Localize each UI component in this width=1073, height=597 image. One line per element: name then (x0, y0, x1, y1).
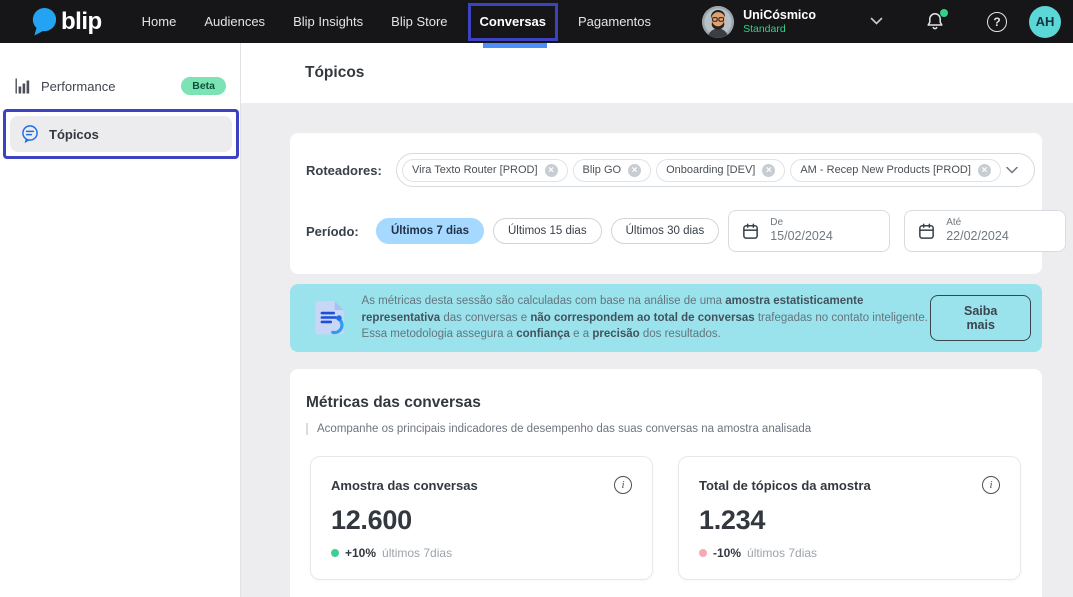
info-banner: As métricas desta sessão são calculadas … (290, 284, 1042, 352)
date-to-value: 22/02/2024 (946, 229, 1009, 245)
remove-chip-icon[interactable]: × (545, 164, 558, 177)
account-chevron[interactable] (870, 17, 883, 26)
primary-nav: Home Audiences Blip Insights Blip Store … (128, 3, 665, 41)
sidebar-item-label: Tópicos (49, 127, 99, 142)
nav-blip-store[interactable]: Blip Store (377, 14, 461, 29)
sidebar-item-topicos[interactable]: Tópicos (10, 116, 232, 152)
router-chip-label: Onboarding [DEV] (666, 164, 755, 176)
router-chip-label: Vira Texto Router [PROD] (412, 164, 538, 176)
sidebar-item-topicos-highlight-box: Tópicos (3, 109, 239, 159)
sidebar-item-performance[interactable]: Performance Beta (0, 67, 240, 105)
beta-badge: Beta (181, 77, 226, 95)
metric-title: Total de tópicos da amostra (699, 478, 871, 493)
period-label: Período: (306, 224, 362, 239)
nav-audiences[interactable]: Audiences (190, 14, 279, 29)
nav-pagamentos[interactable]: Pagamentos (564, 14, 665, 29)
trend-up-dot (331, 549, 339, 557)
date-to-label: Até (946, 217, 1009, 230)
banner-text: As métricas desta sessão são calculadas … (362, 293, 931, 343)
nav-blip-insights[interactable]: Blip Insights (279, 14, 377, 29)
content-area: Roteadores: Vira Texto Router [PROD] × B… (241, 103, 1073, 597)
date-range: De 15/02/2024 Até 22/02/2024 (728, 210, 1066, 252)
date-from-value: 15/02/2024 (770, 229, 833, 245)
routers-select[interactable]: Vira Texto Router [PROD] × Blip GO × Onb… (396, 153, 1035, 187)
active-tab-indicator (483, 43, 547, 48)
calendar-icon (917, 222, 936, 241)
router-chip-label: AM - Recep New Products [PROD] (800, 164, 971, 176)
chevron-down-icon (870, 17, 883, 26)
sidebar-item-label: Performance (41, 79, 115, 94)
metric-cards-row: Amostra das conversas i 12.600 +10% últi… (306, 456, 1022, 580)
page-title: Tópicos (305, 64, 364, 82)
user-avatar (702, 6, 734, 38)
trend-period-label: últimos 7dias (747, 546, 817, 560)
brand-name: blip (61, 8, 102, 36)
trend-down-dot (699, 549, 707, 557)
nav-conversas[interactable]: Conversas (480, 14, 546, 29)
notification-badge (940, 9, 948, 17)
help-button[interactable]: ? (987, 12, 1007, 32)
sidebar: Performance Beta Tópicos (0, 43, 241, 597)
period-chip-30d[interactable]: Últimos 30 dias (611, 218, 720, 244)
blip-logo-icon (28, 6, 59, 37)
document-icon (310, 296, 352, 340)
router-chip-label: Blip GO (583, 164, 622, 176)
trend-period-label: últimos 7dias (382, 546, 452, 560)
profile-avatar[interactable]: AH (1029, 6, 1061, 38)
account-menu[interactable]: UniCósmico Standard (702, 6, 816, 38)
routers-filter-row: Roteadores: Vira Texto Router [PROD] × B… (306, 153, 1026, 187)
account-info: UniCósmico Standard (743, 8, 816, 34)
help-icon: ? (987, 12, 1007, 32)
period-filter-row: Período: Últimos 7 dias Últimos 15 dias … (306, 210, 1026, 252)
select-chevron-icon[interactable] (1006, 166, 1018, 174)
blip-logo[interactable]: blip (28, 6, 102, 37)
page-header: Tópicos (241, 43, 1073, 103)
info-icon[interactable]: i (614, 476, 632, 494)
filters-card: Roteadores: Vira Texto Router [PROD] × B… (290, 133, 1042, 274)
navbar-right: UniCósmico Standard ? AH (702, 6, 1061, 38)
remove-chip-icon[interactable]: × (628, 164, 641, 177)
metric-value: 12.600 (331, 505, 632, 536)
trend-percentage: +10% (345, 546, 376, 560)
learn-more-button[interactable]: Saiba mais (930, 295, 1031, 341)
chat-bubble-icon (20, 124, 40, 144)
top-navbar: blip Home Audiences Blip Insights Blip S… (0, 0, 1073, 43)
router-chip[interactable]: AM - Recep New Products [PROD] × (790, 159, 1001, 182)
metrics-title: Métricas das conversas (306, 394, 1022, 412)
metric-card-amostra: Amostra das conversas i 12.600 +10% últi… (310, 456, 653, 580)
router-chip[interactable]: Vira Texto Router [PROD] × (402, 159, 568, 182)
metrics-section: Métricas das conversas Acompanhe os prin… (290, 369, 1042, 597)
trend-percentage: -10% (713, 546, 741, 560)
metric-trend: +10% últimos 7dias (331, 546, 632, 560)
notifications-button[interactable] (925, 11, 945, 32)
calendar-icon (741, 222, 760, 241)
bar-chart-icon (14, 77, 32, 95)
main-area: Tópicos Roteadores: Vira Texto Router [P… (241, 43, 1073, 597)
router-chip[interactable]: Blip GO × (573, 159, 652, 182)
period-chip-15d[interactable]: Últimos 15 dias (493, 218, 602, 244)
routers-label: Roteadores: (306, 163, 396, 178)
date-from-field[interactable]: De 15/02/2024 (728, 210, 890, 252)
account-plan: Standard (743, 23, 816, 35)
account-name: UniCósmico (743, 8, 816, 22)
nav-home[interactable]: Home (128, 14, 191, 29)
metric-trend: -10% últimos 7dias (699, 546, 1000, 560)
router-chip[interactable]: Onboarding [DEV] × (656, 159, 785, 182)
date-from-label: De (770, 217, 833, 230)
info-icon[interactable]: i (982, 476, 1000, 494)
nav-conversas-highlight-box: Conversas (468, 3, 558, 41)
metric-value: 1.234 (699, 505, 1000, 536)
metrics-subtitle: Acompanhe os principais indicadores de d… (306, 423, 1022, 435)
metric-card-topicos: Total de tópicos da amostra i 1.234 -10%… (678, 456, 1021, 580)
metric-title: Amostra das conversas (331, 478, 478, 493)
remove-chip-icon[interactable]: × (762, 164, 775, 177)
remove-chip-icon[interactable]: × (978, 164, 991, 177)
period-chip-7d[interactable]: Últimos 7 dias (376, 218, 484, 244)
date-to-field[interactable]: Até 22/02/2024 (904, 210, 1066, 252)
